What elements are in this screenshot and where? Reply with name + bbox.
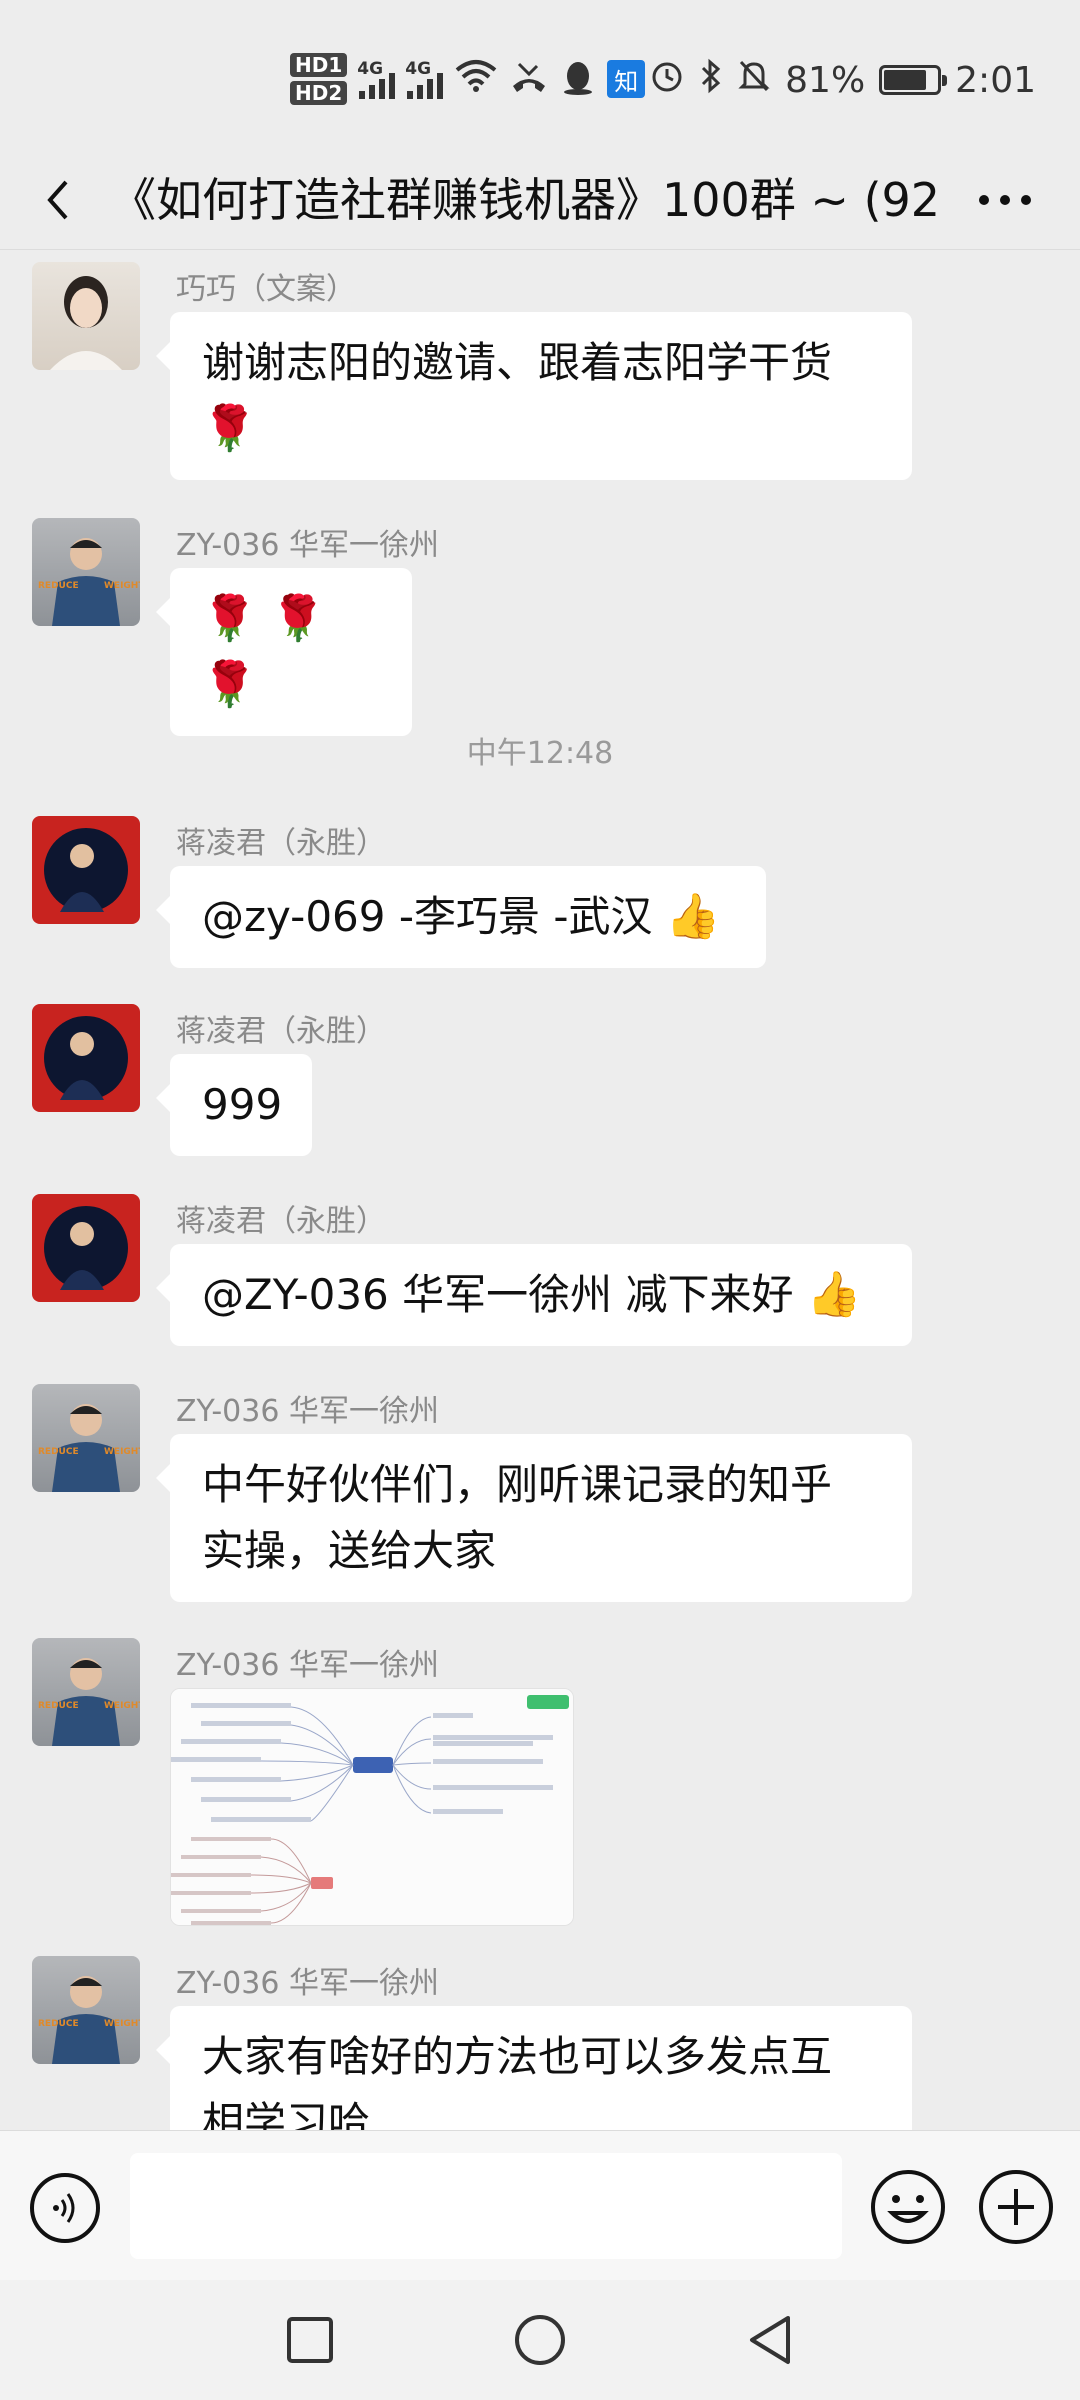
message-text: @ZY-036 华军一徐州 减下来好	[202, 1270, 794, 1319]
avatar-badge-reduce: REDUCE	[38, 581, 79, 591]
more-button[interactable]	[970, 176, 1040, 224]
sender-name: ZY-036 华军一徐州	[176, 1394, 439, 1429]
bluetooth-icon	[699, 58, 723, 103]
message-text-line-1: 中午好伙伴们，刚听课记录的知乎	[202, 1460, 833, 1509]
wifi-icon	[455, 57, 497, 101]
sender-name: ZY-036 华军一徐州	[176, 1648, 439, 1683]
zhihu-icon: 知	[607, 60, 646, 98]
chat-messages[interactable]: 巧巧（文案） 谢谢志阳的邀请、跟着志阳学干货 🌹 REDUCE WEIGHT ZY…	[0, 250, 1080, 2130]
network-type-2: 4G	[405, 59, 432, 79]
avatar[interactable]	[32, 1194, 140, 1302]
missed-call-icon	[509, 60, 549, 98]
status-bar: HD1 HD2 4G 4G 知 81% 2:01	[0, 0, 1080, 150]
sender-name: ZY-036 华军一徐州	[176, 528, 439, 563]
avatar-badge-weight: WEIGHT	[104, 2019, 140, 2029]
battery-percent: 81%	[785, 59, 866, 101]
message-bubble[interactable]: 999	[156, 1054, 312, 1156]
back-button[interactable]	[30, 170, 90, 230]
rose-emoji: 🌹	[202, 403, 257, 454]
hd1-label: HD1	[290, 53, 348, 77]
thumbs-up-emoji: 👍	[665, 891, 721, 942]
battery-icon	[879, 65, 948, 95]
triangle-back-icon	[750, 2316, 790, 2364]
status-indicators-left: HD1 HD2 4G 4G 知	[290, 44, 646, 114]
message-bubble[interactable]: @ZY-036 华军一徐州 减下来好 👍	[156, 1244, 912, 1346]
avatar[interactable]: REDUCE WEIGHT	[32, 1384, 140, 1492]
home-button[interactable]	[510, 2310, 570, 2370]
avatar-badge-weight: WEIGHT	[104, 1701, 140, 1711]
network-type-1: 4G	[357, 59, 384, 79]
back-nav-button[interactable]	[740, 2310, 800, 2370]
mind-map-image[interactable]	[170, 1688, 574, 1926]
avatar[interactable]	[32, 1004, 140, 1112]
avatar[interactable]: REDUCE WEIGHT	[32, 518, 140, 626]
avatar-badge-reduce: REDUCE	[38, 1701, 79, 1711]
input-bar	[0, 2130, 1080, 2280]
message-bubble[interactable]: 🌹 🌹 🌹	[156, 568, 412, 736]
avatar-badge-reduce: REDUCE	[38, 2019, 79, 2029]
message-input[interactable]	[130, 2153, 842, 2259]
chat-title: 《如何打造社群赚钱机器》100群 ~ (92)	[110, 173, 940, 227]
chat-header: 《如何打造社群赚钱机器》100群 ~ (92)	[0, 150, 1080, 250]
qq-icon	[561, 58, 595, 100]
chevron-left-icon	[47, 180, 68, 220]
message-text-line-1: 大家有啥好的方法也可以多发点互	[202, 2032, 833, 2081]
thumbs-up-emoji: 👍	[806, 1269, 862, 1320]
avatar[interactable]: REDUCE WEIGHT	[32, 1956, 140, 2064]
voice-button[interactable]	[28, 2171, 102, 2245]
mute-icon	[737, 58, 771, 103]
signal-icon-2: 4G	[405, 59, 444, 99]
sender-name: 蒋凌君（永胜）	[176, 1204, 386, 1239]
status-indicators-right: 81% 2:01	[649, 50, 1036, 110]
ellipsis-icon	[979, 195, 1031, 205]
avatar[interactable]	[32, 816, 140, 924]
message-bubble[interactable]: 中午好伙伴们，刚听课记录的知乎 实操，送给大家	[156, 1434, 912, 1602]
message-bubble[interactable]: 大家有啥好的方法也可以多发点互 相学习哈	[156, 2006, 912, 2130]
message-bubble[interactable]: 谢谢志阳的邀请、跟着志阳学干货 🌹	[156, 312, 912, 480]
emoji-button[interactable]	[868, 2167, 948, 2247]
avatar-badge-weight: WEIGHT	[104, 581, 140, 591]
hd-indicator: HD1 HD2	[290, 53, 348, 105]
system-nav-bar	[0, 2280, 1080, 2400]
avatar-badge-weight: WEIGHT	[104, 1447, 140, 1457]
plus-icon	[979, 2170, 1053, 2244]
message-text: @zy-069 -李巧景 -武汉	[202, 892, 653, 941]
circle-icon	[515, 2315, 565, 2365]
time-separator: 中午12:48	[466, 736, 614, 771]
avatar-badge-reduce: REDUCE	[38, 1447, 79, 1457]
recents-button[interactable]	[280, 2310, 340, 2370]
message-text: 999	[202, 1080, 283, 1129]
more-functions-button[interactable]	[976, 2167, 1056, 2247]
sender-name: ZY-036 华军一徐州	[176, 1966, 439, 2001]
message-text-line-2: 实操，送给大家	[202, 1526, 497, 1575]
rose-emoji: 🌹 🌹 🌹	[202, 593, 326, 710]
message-bubble[interactable]: @zy-069 -李巧景 -武汉 👍	[156, 866, 766, 968]
hd2-label: HD2	[290, 81, 348, 105]
avatar[interactable]: REDUCE WEIGHT	[32, 1638, 140, 1746]
sender-name: 巧巧（文案）	[176, 272, 356, 307]
smiley-icon	[871, 2170, 945, 2244]
alarm-icon	[649, 58, 685, 103]
avatar[interactable]	[32, 262, 140, 370]
square-icon	[287, 2317, 333, 2363]
message-text: 谢谢志阳的邀请、跟着志阳学干货	[202, 338, 833, 387]
voice-icon	[30, 2173, 100, 2243]
sender-name: 蒋凌君（永胜）	[176, 826, 386, 861]
sender-name: 蒋凌君（永胜）	[176, 1014, 386, 1049]
signal-icon: 4G	[357, 59, 396, 99]
clock: 2:01	[955, 59, 1036, 101]
message-text-line-2: 相学习哈	[202, 2098, 371, 2130]
